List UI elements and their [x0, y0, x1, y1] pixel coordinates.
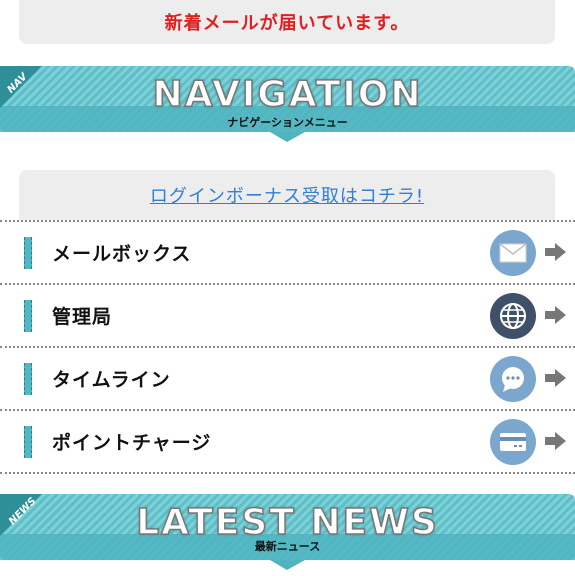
navigation-banner: NAV NAVIGATION ナビゲーションメニュー	[0, 66, 575, 142]
menu-item-label: 管理局	[52, 306, 113, 328]
menu-item-mailbox[interactable]: メールボックス	[0, 220, 575, 283]
mail-icon	[490, 230, 536, 276]
credit-card-icon	[490, 419, 536, 465]
banner-title: NAVIGATION	[152, 73, 423, 116]
arrow-right-icon	[545, 243, 566, 261]
new-mail-notice[interactable]: 新着メールが届いています。	[19, 0, 555, 44]
notice-text: 新着メールが届いています。	[164, 13, 410, 34]
menu-item-marker	[24, 426, 32, 458]
menu-item-marker	[24, 300, 32, 332]
menu-item-marker	[24, 363, 32, 395]
latest-news-banner: NEWS LATEST NEWS 最新ニュース	[0, 494, 575, 570]
menu-item-label: メールボックス	[52, 243, 192, 265]
menu-item-label: ポイントチャージ	[52, 432, 212, 454]
arrow-right-icon	[545, 432, 566, 450]
arrow-right-icon	[545, 369, 566, 387]
menu-item-point-charge[interactable]: ポイントチャージ	[0, 409, 575, 474]
globe-icon	[490, 293, 536, 339]
menu-item-label: タイムライン	[52, 369, 171, 391]
banner-title: LATEST NEWS	[135, 501, 439, 544]
menu-item-timeline[interactable]: タイムライン	[0, 346, 575, 409]
login-bonus-box: ログインボーナス受取はコチラ!	[19, 170, 555, 220]
banner-subtitle: 最新ニュース	[254, 540, 321, 553]
arrow-right-icon	[545, 306, 566, 324]
navigation-menu: メールボックス 管理局 タイムライン ポイントチャージ	[0, 220, 575, 474]
login-bonus-link[interactable]: ログインボーナス受取はコチラ!	[150, 182, 424, 208]
menu-item-admin[interactable]: 管理局	[0, 283, 575, 346]
chat-bubble-icon	[490, 356, 536, 402]
menu-item-marker	[24, 237, 32, 269]
banner-subtitle: ナビゲーションメニュー	[227, 116, 348, 129]
